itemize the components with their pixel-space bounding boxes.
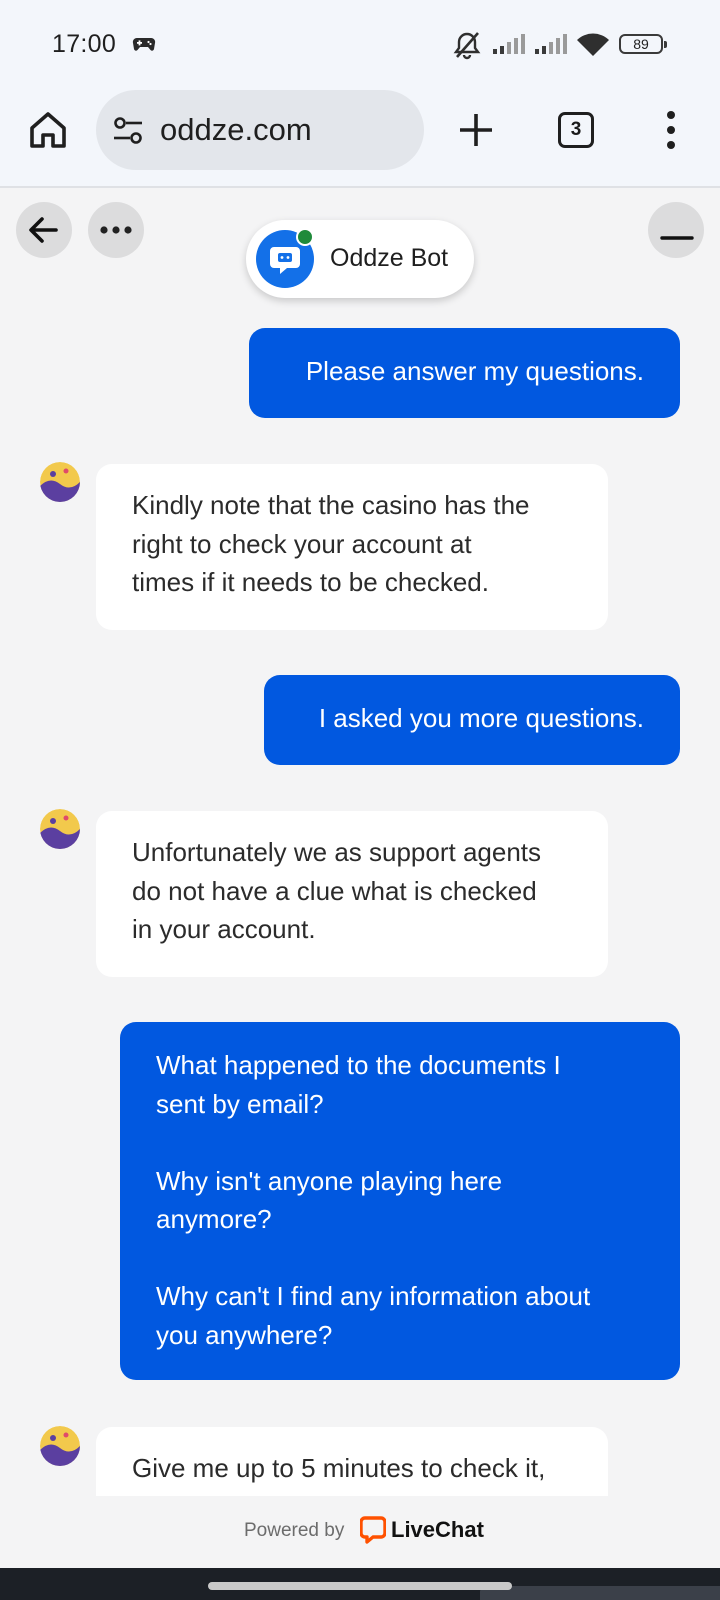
- gamepad-icon: [132, 37, 156, 51]
- tab-switcher-icon[interactable]: 3: [558, 112, 594, 148]
- keyboard-handle: [480, 1586, 720, 1600]
- address-bar[interactable]: oddze.com: [96, 90, 424, 170]
- online-status-dot: [296, 228, 314, 246]
- home-indicator[interactable]: [208, 1582, 512, 1590]
- browser-toolbar: oddze.com 3: [0, 84, 720, 188]
- powered-by-label: Powered by: [244, 1520, 345, 1541]
- visitor-message: I asked you more questions.: [264, 675, 680, 765]
- minimize-icon: [660, 236, 694, 240]
- bell-off-icon: [453, 32, 481, 60]
- visitor-message: Please answer my questions.: [249, 328, 680, 418]
- new-tab-icon[interactable]: [456, 110, 496, 150]
- wifi-icon: [577, 33, 609, 56]
- chat-options-button[interactable]: [88, 202, 144, 258]
- bot-name: Oddze Bot: [330, 244, 449, 272]
- minimize-button[interactable]: [648, 202, 704, 258]
- clock: 17:00: [52, 30, 117, 58]
- more-vert-icon[interactable]: [660, 110, 682, 150]
- site-settings-icon[interactable]: [112, 116, 146, 146]
- home-icon[interactable]: [26, 108, 70, 152]
- battery-icon: 89: [619, 34, 667, 54]
- back-arrow-icon: [29, 217, 58, 243]
- status-bar: 17:00 89: [0, 0, 720, 84]
- signal-icon: [493, 34, 525, 54]
- url-text[interactable]: oddze.com: [160, 112, 312, 148]
- back-button[interactable]: [16, 202, 72, 258]
- system-nav-bar: [0, 1568, 720, 1600]
- agent-message: Unfortunately we as support agents do no…: [96, 811, 608, 977]
- agent-message: Kindly note that the casino has the righ…: [96, 464, 608, 630]
- agent-avatar: [40, 462, 80, 502]
- agent-avatar: [40, 1426, 80, 1466]
- signal-icon: [535, 34, 567, 54]
- more-dots-icon: [100, 226, 132, 234]
- livechat-brand-link[interactable]: LiveChat: [391, 1517, 484, 1543]
- visitor-message: What happened to the documents I sent by…: [120, 1022, 680, 1380]
- livechat-logo-icon[interactable]: [360, 1516, 386, 1544]
- bot-header: Oddze Bot: [246, 220, 474, 298]
- agent-avatar: [40, 809, 80, 849]
- chat-footer: Powered by LiveChat: [0, 1496, 720, 1568]
